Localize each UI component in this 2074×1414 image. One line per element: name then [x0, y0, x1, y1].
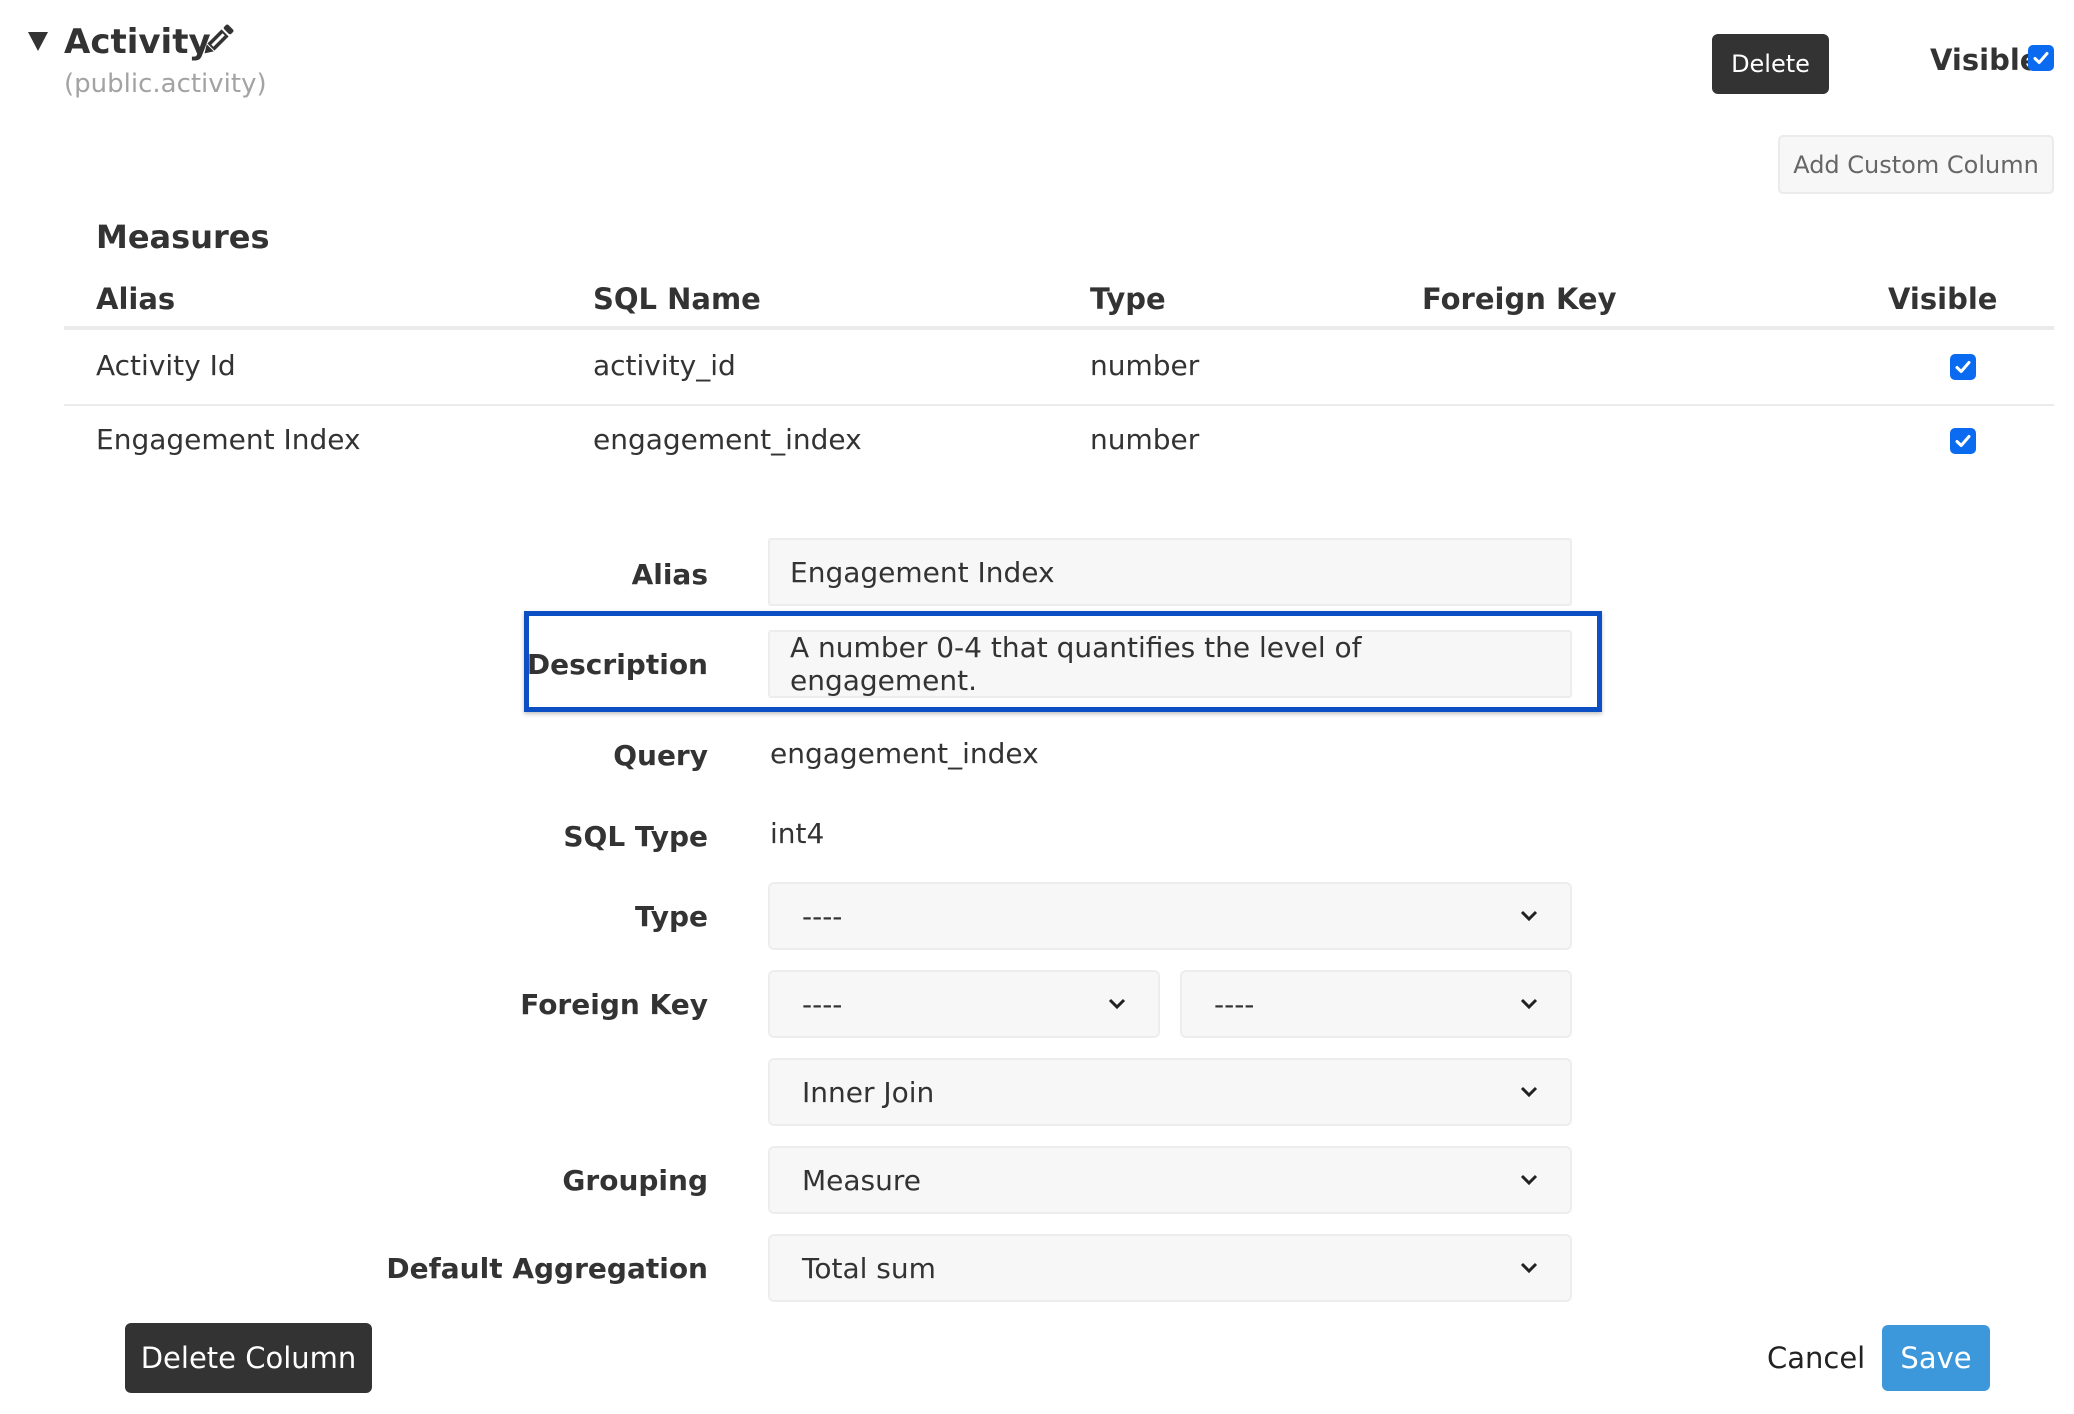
type-label: Type — [634, 900, 708, 933]
column-header-foreign-key: Foreign Key — [1422, 282, 1617, 316]
default-aggregation-select[interactable]: Total sum — [768, 1234, 1572, 1302]
cancel-button[interactable]: Cancel — [1767, 1338, 1865, 1378]
sql-type-value: int4 — [770, 817, 825, 850]
chevron-down-icon — [1520, 1086, 1538, 1098]
query-label: Query — [613, 739, 708, 772]
measures-heading: Measures — [96, 218, 270, 256]
grouping-value: Measure — [802, 1163, 921, 1197]
alias-input[interactable]: Engagement Index — [768, 538, 1572, 606]
chevron-down-icon — [1520, 910, 1538, 922]
pencil-icon[interactable] — [198, 20, 238, 60]
type-select[interactable]: ---- — [768, 882, 1572, 950]
grouping-select[interactable]: Measure — [768, 1146, 1572, 1214]
column-header-visible: Visible — [1888, 282, 1998, 316]
row-type: number — [1090, 349, 1200, 382]
column-header-sql-name: SQL Name — [593, 282, 761, 316]
grouping-label: Grouping — [562, 1164, 708, 1197]
checkmark-icon — [2033, 52, 2049, 64]
row-alias: Activity Id — [96, 349, 236, 382]
join-type-select[interactable]: Inner Join — [768, 1058, 1572, 1126]
table-visible-label: Visible — [1930, 43, 2040, 77]
delete-column-button[interactable]: Delete Column — [125, 1323, 372, 1393]
foreign-key-column-select[interactable]: ---- — [1180, 970, 1572, 1038]
checkmark-icon — [1955, 435, 1971, 447]
save-button[interactable]: Save — [1882, 1325, 1990, 1391]
join-type-value: Inner Join — [802, 1075, 935, 1109]
query-value: engagement_index — [770, 737, 1039, 770]
foreign-key-label: Foreign Key — [520, 988, 708, 1021]
add-custom-column-button[interactable]: Add Custom Column — [1778, 135, 2054, 194]
type-select-value: ---- — [802, 899, 843, 933]
row-type: number — [1090, 423, 1200, 456]
row-alias: Engagement Index — [96, 423, 361, 456]
foreign-key-table-value: ---- — [802, 987, 843, 1021]
description-label: Description — [526, 648, 708, 681]
row-sql-name: activity_id — [593, 349, 736, 382]
row-sql-name: engagement_index — [593, 423, 862, 456]
row-visible-checkbox[interactable] — [1950, 428, 1976, 454]
column-header-type: Type — [1090, 282, 1166, 316]
sql-type-label: SQL Type — [563, 820, 708, 853]
collapse-triangle-icon[interactable] — [28, 32, 48, 51]
table-row[interactable] — [64, 406, 2054, 480]
chevron-down-icon — [1520, 1262, 1538, 1274]
description-input[interactable]: A number 0-4 that quantifies the level o… — [768, 630, 1572, 698]
row-visible-checkbox[interactable] — [1950, 354, 1976, 380]
chevron-down-icon — [1520, 998, 1538, 1010]
chevron-down-icon — [1108, 998, 1126, 1010]
table-visible-checkbox[interactable] — [2028, 45, 2054, 71]
delete-table-button[interactable]: Delete — [1712, 34, 1829, 94]
default-aggregation-label: Default Aggregation — [386, 1252, 708, 1285]
default-aggregation-value: Total sum — [802, 1251, 936, 1285]
foreign-key-column-value: ---- — [1214, 987, 1255, 1021]
chevron-down-icon — [1520, 1174, 1538, 1186]
table-sql-name: (public.activity) — [64, 69, 267, 99]
foreign-key-table-select[interactable]: ---- — [768, 970, 1160, 1038]
table-row[interactable] — [64, 330, 2054, 404]
column-header-alias: Alias — [96, 282, 176, 316]
table-title: Activity — [64, 22, 211, 62]
alias-label: Alias — [631, 558, 708, 591]
checkmark-icon — [1955, 361, 1971, 373]
